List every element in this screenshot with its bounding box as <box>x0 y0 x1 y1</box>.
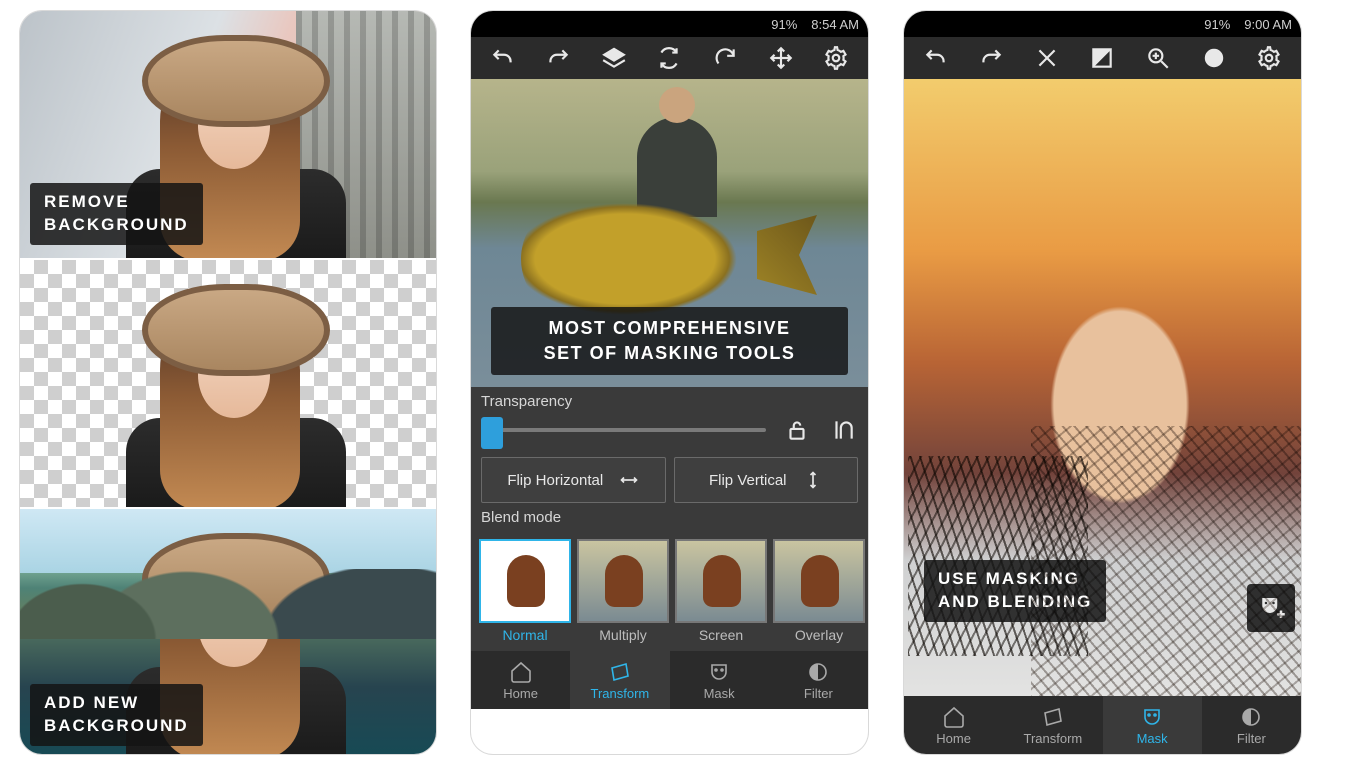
flip-vertical-label: Flip Vertical <box>709 472 787 489</box>
example-original: REMOVEBACKGROUND <box>20 11 436 258</box>
settings-button[interactable] <box>821 43 851 73</box>
transparency-label: Transparency <box>481 393 858 410</box>
nav-filter[interactable]: Filter <box>769 651 868 709</box>
promo-screenshot-1: REMOVEBACKGROUND ADD NEWBACKGROUND <box>20 11 436 754</box>
brush-size-button[interactable] <box>1199 43 1229 73</box>
invert-mask-button[interactable] <box>1087 43 1117 73</box>
nav-mask[interactable]: Mask <box>670 651 769 709</box>
blend-mode-label: Blend mode <box>481 509 858 526</box>
settings-button[interactable] <box>1254 43 1284 73</box>
android-statusbar: 91% 9:00 AM <box>904 11 1301 37</box>
label-add-background: ADD NEWBACKGROUND <box>30 684 203 746</box>
nav-transform[interactable]: Transform <box>1003 696 1102 754</box>
editor-canvas[interactable]: MOST COMPREHENSIVESET OF MASKING TOOLS <box>471 79 868 387</box>
lock-icon[interactable] <box>782 415 812 445</box>
top-toolbar <box>904 37 1301 79</box>
bottom-nav: Home Transform Mask Filter <box>904 696 1301 754</box>
flip-horizontal-button[interactable]: Flip Horizontal <box>481 457 666 503</box>
move-button[interactable] <box>766 43 796 73</box>
nav-home[interactable]: Home <box>904 696 1003 754</box>
redo-button[interactable] <box>543 43 573 73</box>
sb-battery-text: 91% <box>771 17 797 32</box>
promo-banner: USE MASKINGAND BLENDING <box>924 560 1106 622</box>
example-transparent <box>20 260 436 507</box>
mask-shape-icon[interactable] <box>828 415 858 445</box>
undo-button[interactable] <box>488 43 518 73</box>
nav-home[interactable]: Home <box>471 651 570 709</box>
app-screenshot-mask: 91% 9:00 AM USE MASKINGAND BLENDING Home… <box>904 11 1301 754</box>
blend-mode-normal[interactable]: Normal <box>481 539 569 647</box>
sb-clock-text: 8:54 AM <box>811 17 859 32</box>
transparency-slider[interactable] <box>481 417 766 443</box>
editor-canvas[interactable]: USE MASKINGAND BLENDING <box>904 79 1301 696</box>
redo-button[interactable] <box>976 43 1006 73</box>
blend-mode-overlay[interactable]: Overlay <box>775 539 863 647</box>
label-remove-background: REMOVEBACKGROUND <box>30 183 203 245</box>
top-toolbar <box>471 37 868 79</box>
bottom-nav: Home Transform Mask Filter <box>471 651 868 709</box>
layers-button[interactable] <box>599 43 629 73</box>
nav-transform[interactable]: Transform <box>570 651 669 709</box>
app-screenshot-transform: 91% 8:54 AM MOST COMPREHENSIVESET OF MAS… <box>471 11 868 754</box>
nav-filter[interactable]: Filter <box>1202 696 1301 754</box>
transform-panel: Transparency Flip Horizontal Flip Vertic… <box>471 387 868 533</box>
revert-button[interactable] <box>710 43 740 73</box>
rotate-button[interactable] <box>654 43 684 73</box>
promo-banner: MOST COMPREHENSIVESET OF MASKING TOOLS <box>491 307 848 375</box>
zoom-in-button[interactable] <box>1143 43 1173 73</box>
example-new-background: ADD NEWBACKGROUND <box>20 509 436 754</box>
flip-vertical-button[interactable]: Flip Vertical <box>674 457 859 503</box>
add-mask-button[interactable] <box>1247 584 1295 632</box>
blend-mode-multiply[interactable]: Multiply <box>579 539 667 647</box>
clear-mask-button[interactable] <box>1032 43 1062 73</box>
blend-mode-screen[interactable]: Screen <box>677 539 765 647</box>
sb-clock-text: 9:00 AM <box>1244 17 1292 32</box>
sb-battery-text: 91% <box>1204 17 1230 32</box>
android-statusbar: 91% 8:54 AM <box>471 11 868 37</box>
blend-mode-scroll[interactable]: Normal Multiply Screen Overlay <box>471 533 868 651</box>
nav-mask[interactable]: Mask <box>1103 696 1202 754</box>
flip-horizontal-label: Flip Horizontal <box>507 472 603 489</box>
undo-button[interactable] <box>921 43 951 73</box>
